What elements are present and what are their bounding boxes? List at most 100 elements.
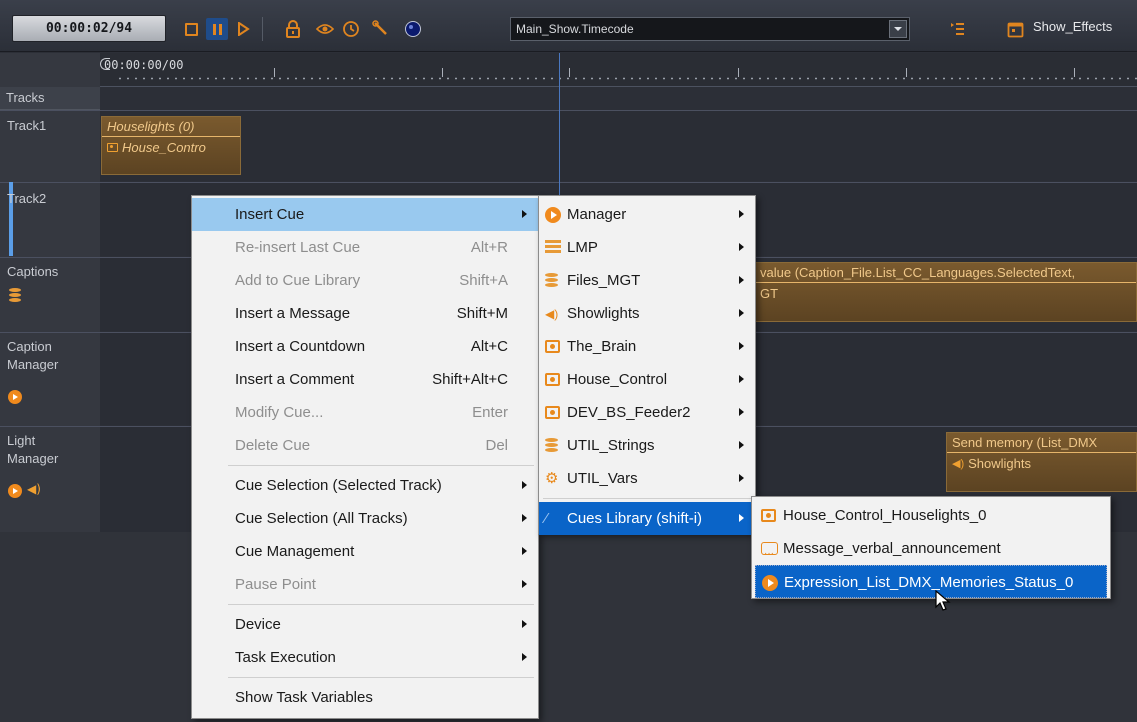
lock-button[interactable]: [282, 18, 304, 40]
menu-item-show-task-variables[interactable]: Show Task Variables: [192, 681, 538, 714]
cue-device: House_Contro: [102, 137, 240, 158]
chevron-right-icon: [739, 309, 744, 317]
status-button[interactable]: [402, 18, 424, 40]
chevron-right-icon: [739, 342, 744, 350]
history-button[interactable]: [340, 18, 362, 40]
menu-item-shortcut: Enter: [472, 404, 508, 421]
menu-item-cue-selection-all-tracks[interactable]: Cue Selection (All Tracks): [192, 502, 538, 535]
ruler-tick: [569, 68, 570, 77]
lmp-icon: [545, 240, 561, 256]
ruler-tick: [906, 68, 907, 77]
menu-item-label: Modify Cue...: [235, 404, 324, 421]
menu-item-label: Showlights: [567, 305, 640, 322]
menu-item-label: The_Brain: [567, 338, 637, 355]
track-name-captions[interactable]: Captions: [7, 263, 58, 281]
database-icon: [545, 438, 561, 454]
pause-icon: [212, 23, 222, 35]
menu-item-label: Insert a Comment: [235, 371, 355, 388]
menu-item-insert-a-message[interactable]: Insert a Message Shift+M: [192, 297, 538, 330]
menu-item-label: LMP: [567, 239, 598, 256]
menu-item-label: Message_verbal_announcement: [783, 540, 1001, 557]
cue-device-label: GT: [760, 286, 779, 301]
settings-button[interactable]: [370, 18, 392, 40]
stop-button[interactable]: [180, 18, 202, 40]
menu-item-pause-point[interactable]: Pause Point: [192, 568, 538, 601]
menu-item-add-to-cue-library[interactable]: Add to Cue Library Shift+A: [192, 264, 538, 297]
menu-item-label: House_Control_Houselights_0: [783, 507, 987, 524]
cue-device-label: Showlights: [968, 456, 1031, 471]
cue-title: Houselights (0): [102, 117, 240, 137]
menu-item-expression-list-dmx-memories-status-0[interactable]: Expression_List_DMX_Memories_Status_0: [755, 565, 1107, 598]
play-button[interactable]: [232, 18, 254, 40]
menu-item-message-verbal-announcement[interactable]: Message_verbal_announcement: [752, 532, 1110, 570]
chevron-right-icon: [522, 481, 527, 489]
menu-separator: [228, 604, 534, 605]
menu-item-manager[interactable]: Manager: [539, 198, 755, 231]
menu-item-util-vars[interactable]: ⚙ UTIL_Vars: [539, 462, 755, 495]
database-icon: [545, 273, 561, 289]
cues-library-submenu: House_Control_Houselights_0 Message_verba…: [751, 496, 1111, 599]
menu-item-shortcut: Del: [485, 437, 508, 454]
chevron-down-icon[interactable]: [889, 20, 907, 38]
gear-icon: ⚙: [545, 470, 559, 487]
menu-item-device[interactable]: Device: [192, 608, 538, 641]
cue-houselights[interactable]: Houselights (0) House_Contro: [101, 116, 241, 175]
menu-item-re-insert-last-cue[interactable]: Re-insert Last Cue Alt+R: [192, 231, 538, 264]
menu-item-house-control-houselights-0[interactable]: House_Control_Houselights_0: [752, 499, 1110, 532]
visibility-button[interactable]: [314, 18, 336, 40]
cue-title: value (Caption_File.List_CC_Languages.Se…: [755, 263, 1136, 283]
timeline-ruler[interactable]: [100, 53, 1137, 87]
cue-caption[interactable]: value (Caption_File.List_CC_Languages.Se…: [754, 262, 1137, 322]
ruler-tick: [1074, 68, 1075, 77]
menu-item-label: House_Control: [567, 371, 668, 388]
effects-label: Show_Effects: [1033, 19, 1113, 34]
calendar-icon: [1007, 22, 1023, 37]
menu-item-shortcut: Shift+A: [459, 272, 508, 289]
chevron-right-icon: [522, 580, 527, 588]
ruler-tick: [738, 68, 739, 77]
effects-button[interactable]: [1004, 18, 1026, 40]
timecode-display[interactable]: 00:00:02/94: [12, 15, 166, 42]
menu-item-cue-selection-selected-track[interactable]: Cue Selection (Selected Track): [192, 469, 538, 502]
lock-icon: [286, 20, 300, 38]
menu-item-modify-cue[interactable]: Modify Cue... Enter: [192, 396, 538, 429]
menu-item-shortcut: Alt+R: [470, 239, 508, 256]
track-name-caption-manager[interactable]: Caption Manager: [7, 338, 67, 374]
play-circle-icon: [545, 207, 561, 223]
menu-item-label: Insert a Message: [235, 305, 351, 322]
pause-button[interactable]: [206, 18, 228, 40]
menu-item-task-execution[interactable]: Task Execution: [192, 641, 538, 674]
menu-item-house-control[interactable]: House_Control: [539, 363, 755, 396]
track-name-track1[interactable]: Track1: [7, 117, 46, 135]
menu-item-label: Files_MGT: [567, 272, 641, 289]
cue-list-button[interactable]: [946, 18, 968, 40]
menu-item-cue-management[interactable]: Cue Management: [192, 535, 538, 568]
track-lane[interactable]: [100, 111, 1137, 181]
menu-item-files-mgt[interactable]: Files_MGT: [539, 264, 755, 297]
chevron-right-icon: [522, 620, 527, 628]
cue-send-memory[interactable]: Send memory (List_DMX ◀) Showlights: [946, 432, 1137, 492]
track-name-track2[interactable]: Track2: [7, 190, 46, 208]
menu-item-util-strings[interactable]: UTIL_Strings: [539, 429, 755, 462]
mouse-cursor-icon: [935, 590, 951, 611]
menu-item-insert-cue[interactable]: Insert Cue: [192, 198, 538, 231]
menu-item-lmp[interactable]: LMP: [539, 231, 755, 264]
menu-item-the-brain[interactable]: The_Brain: [539, 330, 755, 363]
menu-item-label: Insert Cue: [235, 206, 305, 223]
menu-item-insert-a-countdown[interactable]: Insert a Countdown Alt+C: [192, 330, 538, 363]
menu-item-label: Cue Selection (Selected Track): [235, 477, 442, 494]
play-circle-icon: [8, 484, 22, 498]
menu-item-insert-a-comment[interactable]: Insert a Comment Shift+Alt+C: [192, 363, 538, 396]
device-box-icon: [545, 406, 560, 419]
chevron-right-icon: [739, 441, 744, 449]
menu-item-cues-library-shift-i[interactable]: ⁄ Cues Library (shift-i): [539, 502, 755, 535]
menu-separator: [543, 498, 751, 499]
timecode-source-select[interactable]: Main_Show.Timecode: [510, 17, 910, 41]
menu-item-showlights[interactable]: ◀) Showlights: [539, 297, 755, 330]
menu-item-delete-cue[interactable]: Delete Cue Del: [192, 429, 538, 462]
menu-item-label: Re-insert Last Cue: [235, 239, 361, 256]
menu-item-label: DEV_BS_Feeder2: [567, 404, 691, 421]
cue-title: Send memory (List_DMX: [947, 433, 1136, 453]
track-name-light-manager[interactable]: Light Manager: [7, 432, 67, 468]
menu-item-dev-bs-feeder2[interactable]: DEV_BS_Feeder2: [539, 396, 755, 429]
